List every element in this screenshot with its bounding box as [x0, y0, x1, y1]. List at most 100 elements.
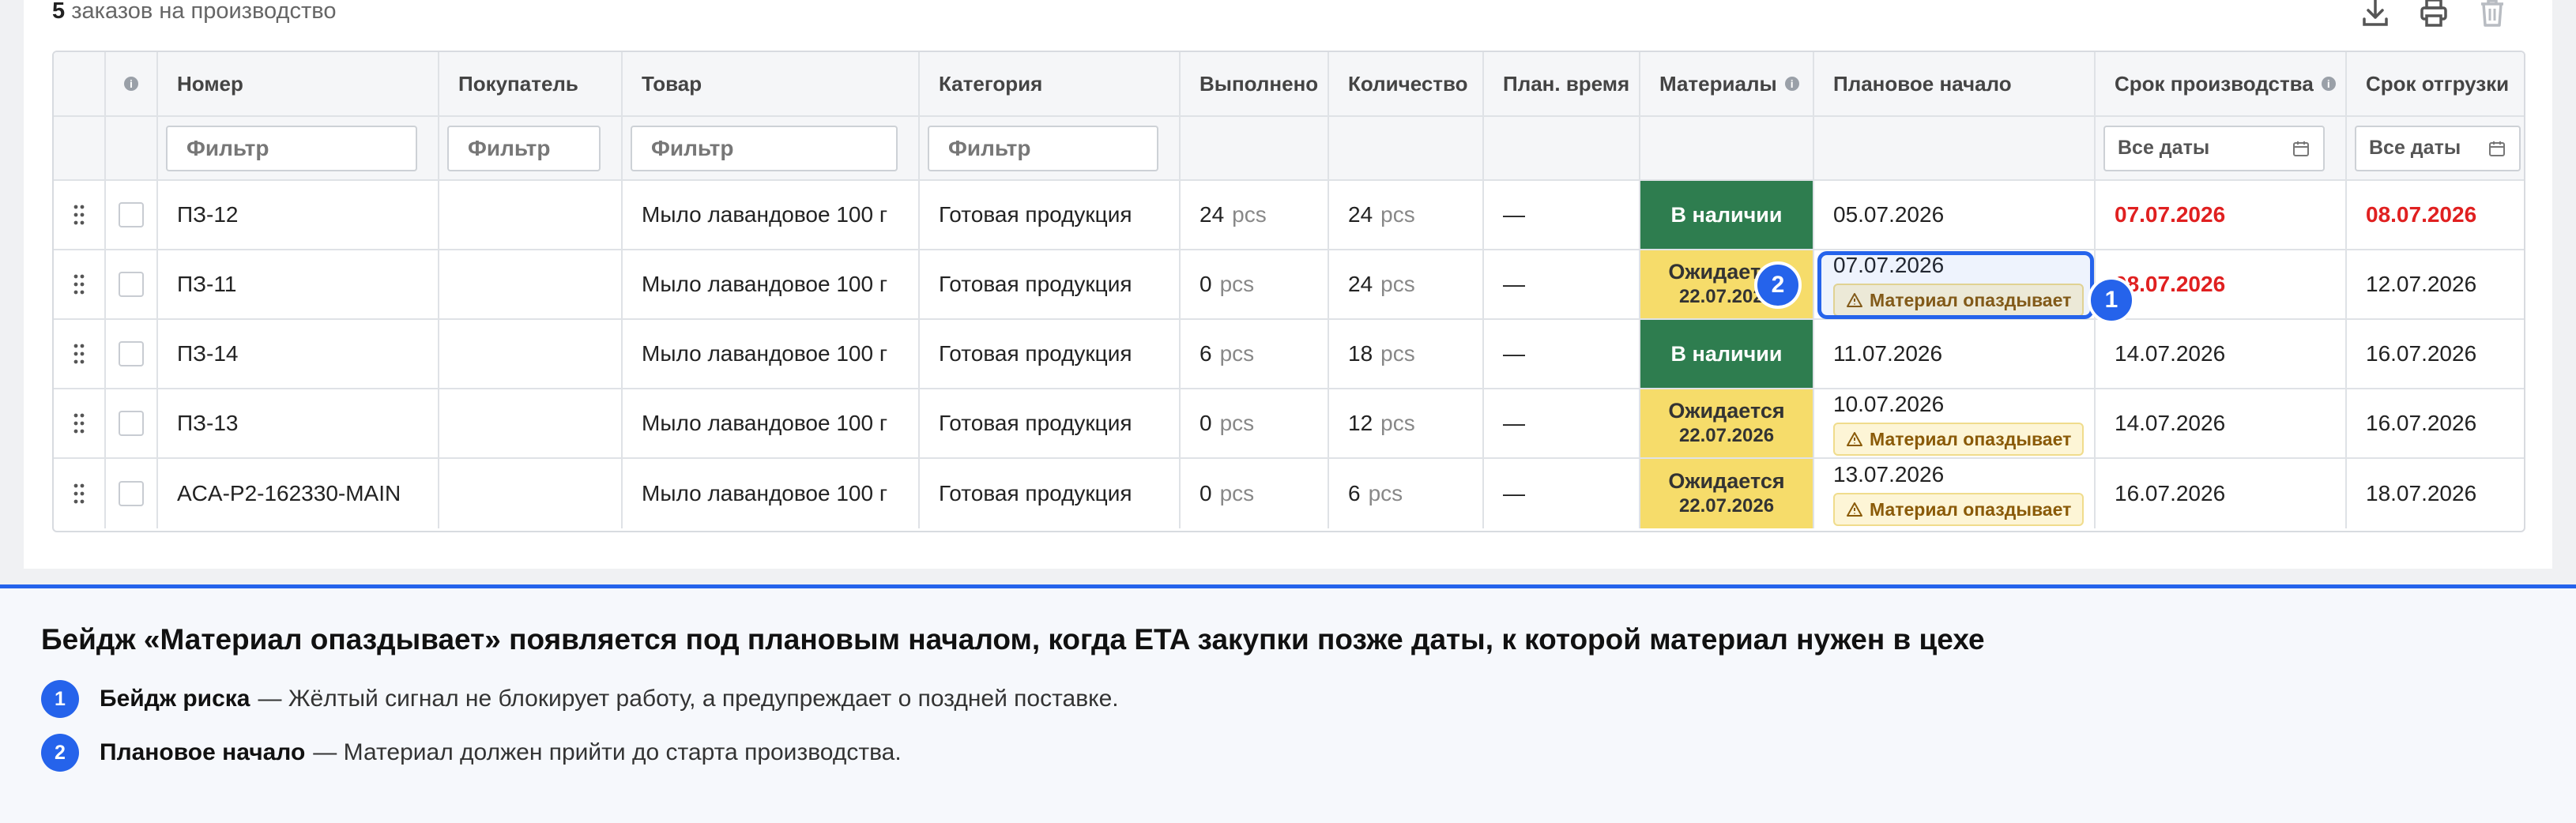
total-qty: 24 pcs: [1329, 181, 1484, 249]
orders-count-label: заказов на производство: [71, 0, 337, 24]
buyer: [439, 389, 623, 457]
orders-table: i Номер Покупатель Товар Категория Выпол…: [52, 51, 2525, 532]
product: Мыло лавандовое 100 г: [623, 389, 920, 457]
trash-icon[interactable]: [2475, 0, 2510, 30]
category: Готовая продукция: [920, 320, 1181, 388]
header-prod-deadline[interactable]: Срок производства i: [2096, 52, 2347, 115]
plan-time: —: [1484, 459, 1640, 528]
warning-icon: [1847, 432, 1862, 446]
product: Мыло лавандовое 100 г: [623, 459, 920, 528]
header-product[interactable]: Товар: [623, 52, 920, 115]
calendar-icon: [2293, 141, 2309, 156]
number-filter-input[interactable]: Фильтр: [166, 125, 417, 171]
header-plan-time[interactable]: План. время: [1484, 52, 1640, 115]
plan-time: —: [1484, 181, 1640, 249]
header-materials[interactable]: Материалы i: [1640, 52, 1814, 115]
filter-empty: [54, 117, 106, 179]
unit: pcs: [1219, 272, 1255, 296]
product-filter-input[interactable]: Фильтр: [631, 125, 898, 171]
header-prod-deadline-label: Срок производства: [2115, 71, 2314, 96]
qty-value: 12: [1348, 411, 1373, 435]
header-drag: [54, 52, 106, 115]
qty-value: 6: [1348, 481, 1361, 505]
header-buyer[interactable]: Покупатель: [439, 52, 623, 115]
buyer-filter-input[interactable]: Фильтр: [447, 125, 601, 171]
drag-handle-icon[interactable]: [54, 459, 106, 528]
unit: pcs: [1219, 341, 1255, 366]
orders-count-number: 5: [52, 0, 66, 24]
category: Готовая продукция: [920, 181, 1181, 249]
prod-deadline: 16.07.2026: [2096, 459, 2347, 528]
table-row[interactable]: ПЗ-12 Мыло лавандовое 100 г Готовая прод…: [54, 181, 2524, 250]
ship-deadline: 08.07.2026: [2366, 202, 2477, 227]
explanation-panel: Бейдж «Материал опаздывает» появляется п…: [0, 584, 2576, 823]
download-icon[interactable]: [2358, 0, 2393, 30]
note-1: 1 Бейдж риска — Жёлтый сигнал не блокиру…: [41, 678, 1119, 720]
order-number[interactable]: ACA-P2-162330-MAIN: [158, 459, 439, 528]
drag-handle-icon[interactable]: [54, 250, 106, 318]
total-qty: 24 pcs: [1329, 250, 1484, 318]
note-label: Бейдж риска: [100, 686, 250, 712]
done-value: 24: [1199, 202, 1225, 227]
header-category[interactable]: Категория: [920, 52, 1181, 115]
prod-deadline: 14.07.2026: [2096, 389, 2347, 457]
done-qty: 0 pcs: [1181, 250, 1329, 318]
order-number[interactable]: ПЗ-14: [158, 320, 439, 388]
note-number: 1: [41, 680, 79, 718]
unit: pcs: [1380, 202, 1415, 227]
prod-deadline-date-filter[interactable]: Все даты: [2103, 125, 2325, 171]
info-icon[interactable]: i: [124, 77, 138, 91]
printer-icon[interactable]: [2416, 0, 2451, 30]
header-ship-deadline[interactable]: Срок отгрузки: [2347, 52, 2524, 115]
order-number[interactable]: ПЗ-11: [158, 250, 439, 318]
qty-value: 24: [1348, 202, 1373, 227]
total-qty: 18 pcs: [1329, 320, 1484, 388]
ship-deadline: 16.07.2026: [2366, 341, 2477, 366]
plan-start-date: 05.07.2026: [1833, 202, 1945, 227]
filter-empty: [1484, 117, 1640, 179]
plan-start: 13.07.2026 Материал опаздывает: [1814, 459, 2096, 528]
table-row[interactable]: ПЗ-13 Мыло лавандовое 100 г Готовая прод…: [54, 389, 2524, 459]
table-row[interactable]: ACA-P2-162330-MAIN Мыло лавандовое 100 г…: [54, 459, 2524, 528]
material-status: Ожидается 22.07.2026: [1640, 389, 1814, 457]
badge-label: Материал опаздывает: [1870, 499, 2072, 520]
row-checkbox[interactable]: [119, 202, 144, 227]
done-value: 0: [1199, 272, 1212, 296]
category-filter-input[interactable]: Фильтр: [928, 125, 1158, 171]
table-row[interactable]: ПЗ-14 Мыло лавандовое 100 г Готовая прод…: [54, 320, 2524, 389]
orders-count: 5 заказов на производство: [52, 0, 336, 25]
header-quantity[interactable]: Количество: [1329, 52, 1484, 115]
order-number[interactable]: ПЗ-12: [158, 181, 439, 249]
ship-deadline: 18.07.2026: [2366, 481, 2477, 505]
unit: pcs: [1368, 481, 1403, 505]
done-value: 0: [1199, 411, 1212, 435]
prod-deadline: 07.07.2026: [2096, 181, 2347, 249]
order-number[interactable]: ПЗ-13: [158, 389, 439, 457]
ship-deadline-date-filter[interactable]: Все даты: [2355, 125, 2521, 171]
material-eta: 22.07.2026: [1678, 495, 1775, 517]
info-icon[interactable]: i: [2321, 77, 2336, 91]
row-checkbox[interactable]: [119, 411, 144, 436]
header-number[interactable]: Номер: [158, 52, 439, 115]
table-row[interactable]: ПЗ-11 Мыло лавандовое 100 г Готовая прод…: [54, 250, 2524, 320]
badge-label: Материал опаздывает: [1870, 429, 2072, 449]
material-status: В наличии: [1640, 181, 1814, 249]
filter-empty: [1640, 117, 1814, 179]
row-checkbox[interactable]: [119, 341, 144, 366]
row-checkbox[interactable]: [119, 272, 144, 297]
drag-handle-icon[interactable]: [54, 389, 106, 457]
category: Готовая продукция: [920, 389, 1181, 457]
done-qty: 6 pcs: [1181, 320, 1329, 388]
info-icon[interactable]: i: [1784, 77, 1799, 91]
plan-time: —: [1484, 320, 1640, 388]
material-label: Ожидается: [1668, 469, 1785, 493]
plan-start-date: 11.07.2026: [1833, 341, 1943, 366]
unit: pcs: [1380, 272, 1415, 296]
header-materials-label: Материалы: [1659, 71, 1777, 96]
drag-handle-icon[interactable]: [54, 181, 106, 249]
row-checkbox[interactable]: [119, 481, 144, 506]
marker-1: 1: [2088, 276, 2135, 324]
header-done[interactable]: Выполнено: [1181, 52, 1329, 115]
header-plan-start[interactable]: Плановое начало: [1814, 52, 2096, 115]
drag-handle-icon[interactable]: [54, 320, 106, 388]
